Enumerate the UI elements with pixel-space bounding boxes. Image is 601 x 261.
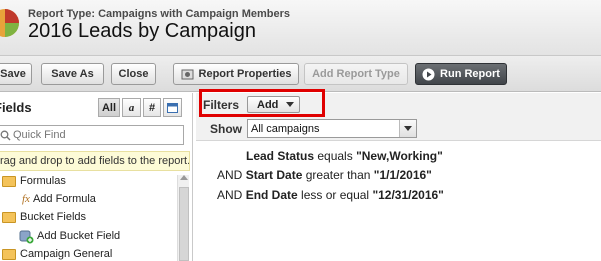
drag-drop-hint: Drag and drop to add fields to the repor… [0,151,190,171]
tree-folder-campaign-general[interactable]: Campaign General [2,248,112,260]
page-title: 2016 Leads by Campaign [28,20,256,42]
scroll-thumb[interactable] [179,187,189,261]
report-toolbar: Save Save As Close Report Properties Add… [0,56,601,92]
filter-conjunction: AND [217,168,243,182]
save-as-button[interactable]: Save As [41,63,104,85]
play-icon [422,68,435,81]
filter-field: End Date [245,188,298,202]
filter-conjunction: AND [217,188,243,202]
filter-value: "New,Working" [356,149,443,163]
report-header: Report Type: Campaigns with Campaign Mem… [0,0,601,56]
chevron-down-icon[interactable] [399,120,416,137]
folder-icon [2,248,16,260]
filter-operator: greater than [305,168,371,182]
filter-operator: less or equal [301,188,370,202]
show-select-value: All campaigns [251,122,320,135]
gear-icon [181,68,194,81]
close-button[interactable]: Close [111,63,156,85]
filter-line[interactable]: AND End Date less or equal "12/31/2016" [217,188,444,202]
quick-find-input[interactable] [13,126,163,144]
calendar-icon [167,103,178,113]
search-icon [0,130,11,141]
filter-field: Lead Status [246,149,315,163]
tree-label: Bucket Fields [20,211,87,223]
formula-icon: fx [22,193,30,205]
report-type-label: Report Type: Campaigns with Campaign Mem… [28,8,291,20]
add-formula-item[interactable]: fx Add Formula [22,193,96,205]
show-select[interactable]: All campaigns [247,119,417,138]
add-report-type-button[interactable]: Add Report Type [304,63,408,85]
filter-all-button[interactable]: All [98,98,120,117]
filter-value: "12/31/2016" [372,188,444,202]
tree-label: Add Formula [32,193,96,205]
run-report-button[interactable]: Run Report [415,63,507,85]
fields-panel: Fields All a # Drag and drop to add fiel… [0,93,193,261]
folder-icon [2,211,16,223]
scroll-up-icon[interactable] [180,175,188,180]
tree-folder-bucket-fields[interactable]: Bucket Fields [2,211,86,223]
filters-bar: Filters Add Show All campaigns [196,89,601,141]
highlight-box [199,89,325,117]
quick-find-field[interactable] [0,125,184,145]
folder-icon [2,175,16,187]
report-properties-label: Report Properties [198,68,292,80]
filter-field: Start Date [245,168,303,182]
filter-value: "1/1/2016" [373,168,432,182]
filter-number-fields-button[interactable]: # [143,98,161,117]
drag-drop-hint-text: Drag and drop to add fields to the repor… [0,155,190,167]
fields-title: Fields [0,100,32,115]
run-report-label: Run Report [440,68,500,80]
filters-panel: Filters Add Show All campaigns Lead Stat… [196,89,601,261]
filter-operator: equals [317,149,353,163]
tree-label: Formulas [20,175,66,187]
bucket-add-icon [19,230,34,244]
tree-label: Add Bucket Field [37,230,121,242]
filter-date-fields-button[interactable] [163,98,182,117]
filter-line[interactable]: Lead Status equals "New,Working" [246,149,443,163]
save-button[interactable]: Save [0,63,32,85]
add-bucket-field-item[interactable]: Add Bucket Field [18,228,120,244]
filter-text-fields-button[interactable]: a [122,98,141,117]
tree-label: Campaign General [20,248,113,260]
show-label: Show [210,122,242,136]
filter-line[interactable]: AND Start Date greater than "1/1/2016" [217,168,432,182]
report-properties-button[interactable]: Report Properties [173,63,299,85]
report-logo-icon [0,9,19,37]
fields-scrollbar[interactable] [177,175,189,261]
tree-folder-formulas[interactable]: Formulas [2,175,66,187]
